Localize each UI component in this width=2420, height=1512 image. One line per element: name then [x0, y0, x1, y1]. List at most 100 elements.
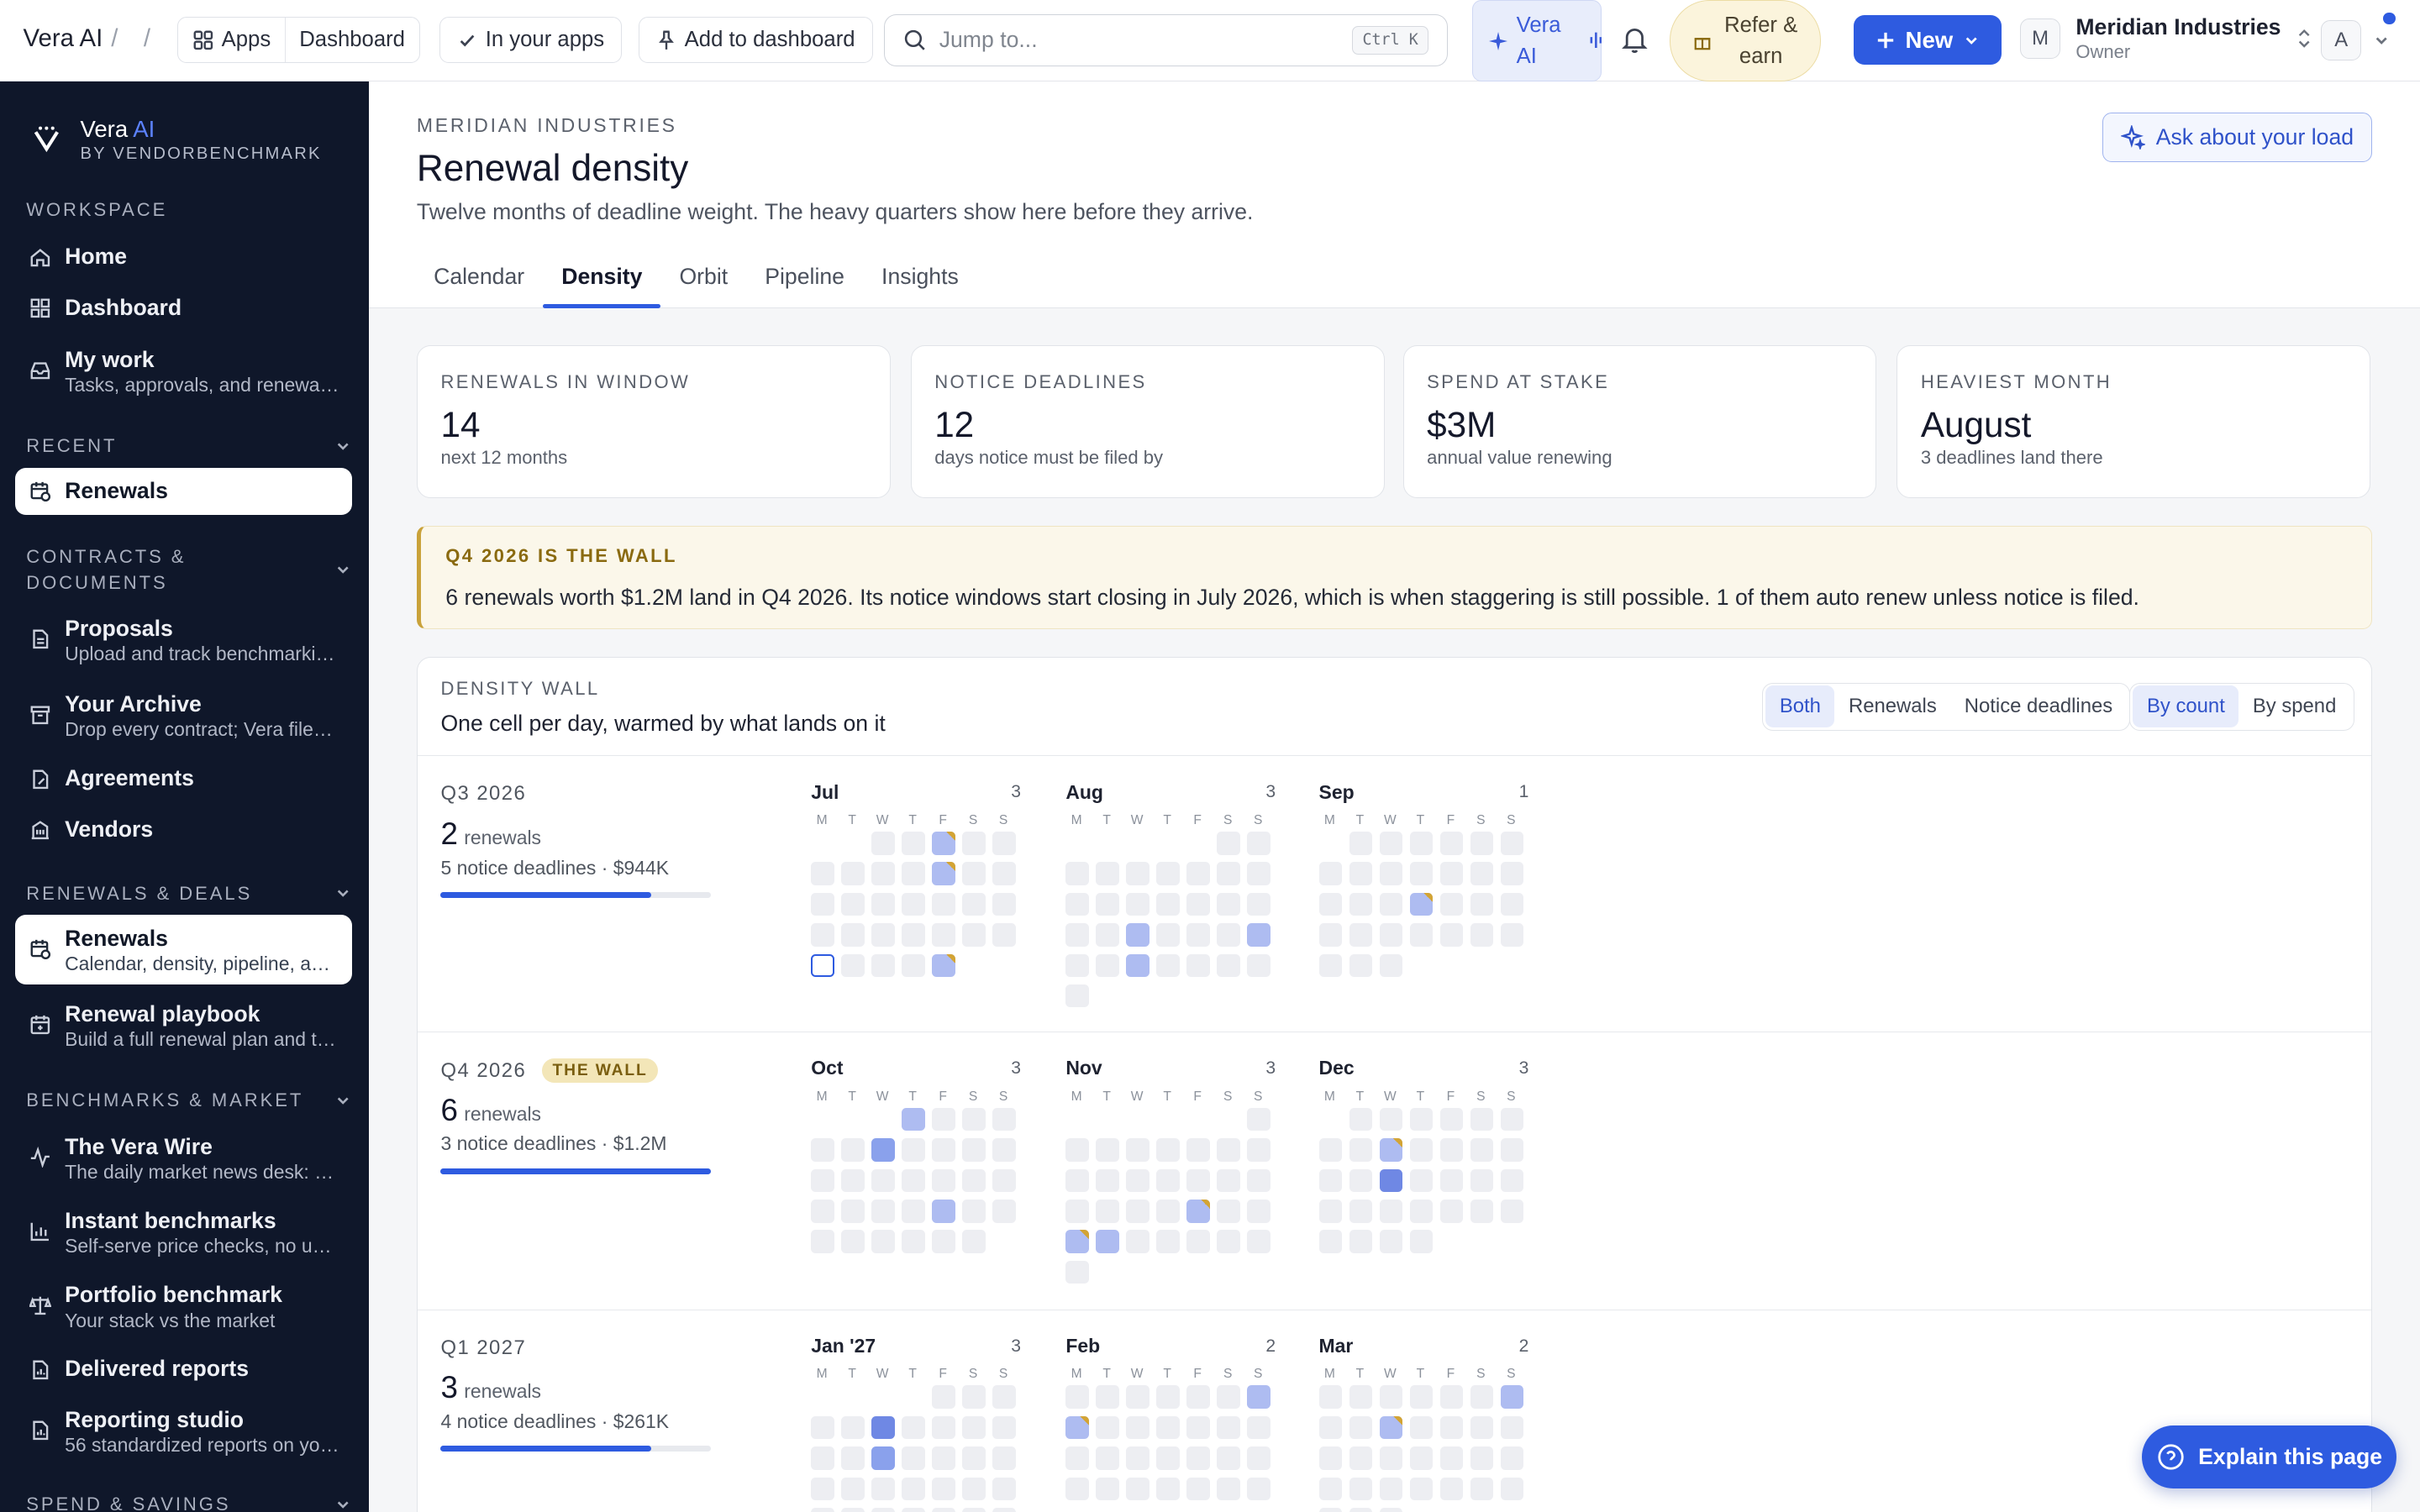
day-cell[interactable]: [902, 862, 925, 886]
day-cell[interactable]: [811, 953, 834, 978]
day-cell[interactable]: [1186, 1168, 1210, 1193]
day-cell[interactable]: [1349, 832, 1373, 855]
day-cell[interactable]: [1500, 923, 1524, 947]
day-cell[interactable]: [1156, 923, 1180, 947]
metric-by-spend[interactable]: By spend: [2238, 685, 2350, 727]
sidebar-item-agreements[interactable]: Agreements: [15, 765, 351, 791]
day-cell[interactable]: [1217, 862, 1240, 886]
day-cell[interactable]: [1349, 1138, 1373, 1162]
sidebar-item-reporting-studio[interactable]: Reporting studio 56 standardized reports …: [15, 1407, 351, 1458]
day-cell[interactable]: [1439, 1415, 1464, 1440]
day-cell[interactable]: [1439, 1446, 1464, 1470]
day-cell[interactable]: [871, 892, 895, 916]
day-cell[interactable]: [1470, 1415, 1494, 1440]
day-cell[interactable]: [1186, 953, 1210, 978]
day-cell[interactable]: [1065, 953, 1089, 978]
day-cell[interactable]: [1318, 1446, 1343, 1470]
day-cell[interactable]: [1500, 1199, 1524, 1223]
day-cell[interactable]: [932, 1138, 955, 1162]
day-cell[interactable]: [962, 862, 986, 886]
day-cell[interactable]: [1379, 923, 1403, 947]
day-cell[interactable]: [1318, 862, 1343, 886]
day-cell[interactable]: [1126, 1230, 1150, 1253]
day-cell[interactable]: [902, 1168, 925, 1193]
day-cell[interactable]: [902, 1415, 925, 1440]
day-cell[interactable]: [992, 1107, 1016, 1131]
day-cell[interactable]: [1186, 1415, 1210, 1440]
filter-notice-deadlines[interactable]: Notice deadlines: [1950, 685, 2126, 727]
day-cell[interactable]: [932, 1199, 955, 1223]
day-cell[interactable]: [1379, 892, 1403, 916]
day-cell[interactable]: [1470, 892, 1494, 916]
day-cell[interactable]: [1318, 1385, 1343, 1410]
day-cell[interactable]: [1318, 1477, 1343, 1501]
day-cell[interactable]: [811, 892, 834, 916]
day-cell[interactable]: [1470, 1168, 1494, 1193]
in-your-apps-button[interactable]: In your apps: [439, 17, 623, 64]
day-cell[interactable]: [1349, 1168, 1373, 1193]
day-cell[interactable]: [1409, 1168, 1434, 1193]
day-cell[interactable]: [1439, 1385, 1464, 1410]
day-cell[interactable]: [1217, 892, 1240, 916]
day-cell[interactable]: [1156, 1477, 1180, 1501]
day-cell[interactable]: [871, 1477, 895, 1501]
day-cell[interactable]: [871, 832, 895, 855]
day-cell[interactable]: [1247, 1477, 1270, 1501]
sidebar-item-vera-wire[interactable]: The Vera Wire The daily market news desk:…: [15, 1134, 351, 1185]
day-cell[interactable]: [1318, 1199, 1343, 1223]
day-cell[interactable]: [902, 953, 925, 978]
day-cell[interactable]: [932, 1107, 955, 1131]
day-cell[interactable]: [902, 1230, 925, 1253]
day-cell[interactable]: [871, 862, 895, 886]
day-cell[interactable]: [902, 1199, 925, 1223]
day-cell[interactable]: [1439, 1138, 1464, 1162]
day-cell[interactable]: [1126, 1446, 1150, 1470]
section-recent[interactable]: RECENT: [26, 435, 350, 457]
day-cell[interactable]: [1409, 1230, 1434, 1253]
day-cell[interactable]: [1470, 1138, 1494, 1162]
day-cell[interactable]: [992, 862, 1016, 886]
day-cell[interactable]: [1349, 1415, 1373, 1440]
day-cell[interactable]: [1470, 862, 1494, 886]
jump-to-search[interactable]: Jump to... Ctrl K: [884, 13, 1448, 66]
day-cell[interactable]: [841, 953, 865, 978]
day-cell[interactable]: [811, 1446, 834, 1470]
day-cell[interactable]: [1247, 862, 1270, 886]
day-cell[interactable]: [1217, 1446, 1240, 1470]
day-cell[interactable]: [1096, 892, 1119, 916]
day-cell[interactable]: [902, 1477, 925, 1501]
day-cell[interactable]: [932, 832, 955, 855]
day-cell[interactable]: [992, 1507, 1016, 1512]
day-cell[interactable]: [1217, 1415, 1240, 1440]
day-cell[interactable]: [1126, 892, 1150, 916]
day-cell[interactable]: [1349, 862, 1373, 886]
day-cell[interactable]: [1439, 1199, 1464, 1223]
day-cell[interactable]: [871, 1168, 895, 1193]
day-cell[interactable]: [1065, 1230, 1089, 1253]
day-cell[interactable]: [932, 923, 955, 947]
day-cell[interactable]: [841, 1477, 865, 1501]
day-cell[interactable]: [992, 1168, 1016, 1193]
day-cell[interactable]: [841, 923, 865, 947]
day-cell[interactable]: [1409, 892, 1434, 916]
day-cell[interactable]: [1186, 1446, 1210, 1470]
day-cell[interactable]: [992, 1477, 1016, 1501]
day-cell[interactable]: [871, 1507, 895, 1512]
day-cell[interactable]: [902, 923, 925, 947]
day-cell[interactable]: [1156, 1138, 1180, 1162]
day-cell[interactable]: [1349, 1507, 1373, 1512]
day-cell[interactable]: [902, 892, 925, 916]
day-cell[interactable]: [1156, 1446, 1180, 1470]
day-cell[interactable]: [1500, 1138, 1524, 1162]
day-cell[interactable]: [1156, 1415, 1180, 1440]
section-contracts[interactable]: CONTRACTS & DOCUMENTS: [26, 543, 350, 596]
day-cell[interactable]: [1409, 1477, 1434, 1501]
app-brand[interactable]: Vera AI: [24, 24, 103, 53]
day-cell[interactable]: [1096, 1385, 1119, 1410]
sidebar-item-portfolio-benchmark[interactable]: Portfolio benchmark Your stack vs the mar…: [15, 1282, 351, 1333]
day-cell[interactable]: [1349, 1477, 1373, 1501]
day-cell[interactable]: [1247, 892, 1270, 916]
day-cell[interactable]: [841, 1168, 865, 1193]
day-cell[interactable]: [902, 832, 925, 855]
day-cell[interactable]: [841, 1138, 865, 1162]
